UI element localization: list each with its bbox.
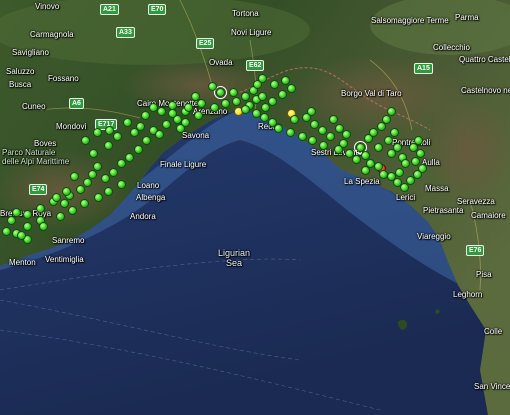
map-view[interactable]: Vinovo Carmagnola Savigliano Fossano Saluzzo…: [0, 0, 510, 415]
map-marker-green[interactable]: [55, 211, 65, 221]
place-label: Collecchio: [433, 43, 470, 52]
map-marker-green[interactable]: [317, 125, 327, 135]
map-marker-green[interactable]: [415, 149, 425, 158]
place-label: Savona: [182, 131, 210, 140]
place-label: Saluzzo: [6, 67, 35, 76]
place-label: Colle: [484, 327, 503, 336]
map-marker-green[interactable]: [386, 149, 396, 158]
map-marker-green[interactable]: [325, 132, 335, 142]
road-shield: E74: [29, 184, 48, 195]
map-marker-green[interactable]: [92, 161, 102, 171]
road-shield: E62: [246, 60, 265, 71]
map-marker-green[interactable]: [351, 155, 361, 165]
map-marker-green[interactable]: [378, 169, 388, 179]
map-marker-green[interactable]: [267, 96, 277, 106]
map-marker-green[interactable]: [280, 75, 290, 85]
map-marker-green[interactable]: [124, 153, 134, 163]
map-marker-green[interactable]: [306, 107, 316, 117]
map-marker-green[interactable]: [394, 167, 404, 177]
place-label: Novi Ligure: [231, 28, 272, 37]
map-marker-green[interactable]: [197, 98, 207, 108]
map-marker-green[interactable]: [361, 165, 371, 175]
place-label: Menton: [9, 258, 36, 267]
map-marker-green[interactable]: [374, 142, 384, 152]
place-label: Sanremo: [52, 236, 85, 245]
map-marker-green[interactable]: [333, 144, 343, 154]
place-label: La Spezia: [344, 177, 380, 186]
place-label: Busca: [9, 80, 32, 89]
map-marker-green[interactable]: [319, 140, 329, 150]
place-label: Salsomaggiore Terme: [371, 16, 449, 25]
place-label: Quattro Castella: [459, 55, 510, 64]
place-label: Leghorn: [453, 290, 483, 299]
map-marker-green[interactable]: [12, 207, 22, 217]
map-marker-green[interactable]: [386, 107, 396, 117]
map-marker-green[interactable]: [92, 128, 102, 138]
place-label: Castelnovo ne' Monti: [461, 86, 510, 95]
park-label: Parco Naturale delle Alpi Marittime: [2, 148, 70, 166]
map-marker-green[interactable]: [269, 79, 279, 89]
map-marker-green[interactable]: [68, 205, 78, 215]
map-marker-green[interactable]: [156, 107, 166, 117]
map-marker-green[interactable]: [258, 73, 268, 83]
map-marker-green[interactable]: [277, 90, 287, 100]
place-label: Loano: [137, 181, 160, 190]
place-label: Parma: [455, 13, 479, 22]
place-label: Tortona: [232, 9, 259, 18]
map-marker-green[interactable]: [87, 169, 97, 179]
map-marker-green[interactable]: [16, 230, 26, 240]
road-shield: E70: [148, 4, 167, 15]
road-shield: E76: [466, 245, 485, 256]
place-label: Lerici: [396, 193, 416, 202]
map-marker-green[interactable]: [123, 117, 133, 127]
place-label: San Vincenzo: [474, 382, 510, 391]
place-label: Ovada: [209, 58, 233, 67]
map-marker-green[interactable]: [140, 111, 150, 121]
map-marker-green[interactable]: [103, 186, 113, 196]
map-marker-green[interactable]: [103, 140, 113, 150]
map-marker-green[interactable]: [79, 199, 89, 209]
place-label: Boves: [34, 139, 57, 148]
place-label: Massa: [425, 184, 449, 193]
place-label: Carmagnola: [30, 30, 74, 39]
place-label: Finale Ligure: [160, 160, 207, 169]
map-marker-green[interactable]: [417, 163, 427, 173]
road-shield: A15: [414, 63, 433, 74]
map-marker-green[interactable]: [36, 203, 46, 213]
map-marker-green[interactable]: [285, 128, 295, 138]
place-label: Borgo Val di Taro: [341, 89, 402, 98]
map-marker-green[interactable]: [309, 119, 319, 129]
place-label: Ventimiglia: [45, 255, 84, 264]
place-label: Seravezza: [457, 197, 495, 206]
place-label: Cuneo: [22, 102, 46, 111]
sea-label: Ligurian Sea: [217, 248, 251, 268]
place-label: Fossano: [48, 74, 79, 83]
place-label: Savigliano: [12, 48, 49, 57]
map-marker-green[interactable]: [240, 104, 250, 114]
map-marker-green[interactable]: [209, 102, 219, 112]
place-label: Pietrasanta: [423, 206, 464, 215]
place-label: Mondovì: [56, 122, 87, 131]
map-marker-green[interactable]: [161, 119, 171, 129]
map-marker-green[interactable]: [2, 226, 12, 236]
map-marker-green[interactable]: [70, 172, 79, 182]
map-marker-green[interactable]: [221, 98, 231, 108]
place-label: Camaiore: [471, 211, 506, 220]
map-marker-green[interactable]: [148, 102, 158, 112]
place-label: Viareggio: [417, 232, 451, 241]
map-marker-green[interactable]: [100, 174, 110, 184]
map-marker-green[interactable]: [341, 130, 351, 140]
road-shield: A21: [100, 4, 119, 15]
road-shield: A6: [69, 98, 84, 109]
place-label: Vinovo: [35, 2, 60, 11]
map-marker-green[interactable]: [129, 128, 139, 138]
map-marker-green[interactable]: [108, 167, 118, 177]
place-label: Pisa: [476, 270, 492, 279]
road-shield: E25: [196, 38, 215, 49]
road-shield: A33: [116, 27, 135, 38]
map-marker-green[interactable]: [176, 123, 186, 133]
place-label: Andora: [130, 212, 156, 221]
place-label: Albenga: [136, 193, 166, 202]
map-marker-green[interactable]: [61, 186, 71, 196]
